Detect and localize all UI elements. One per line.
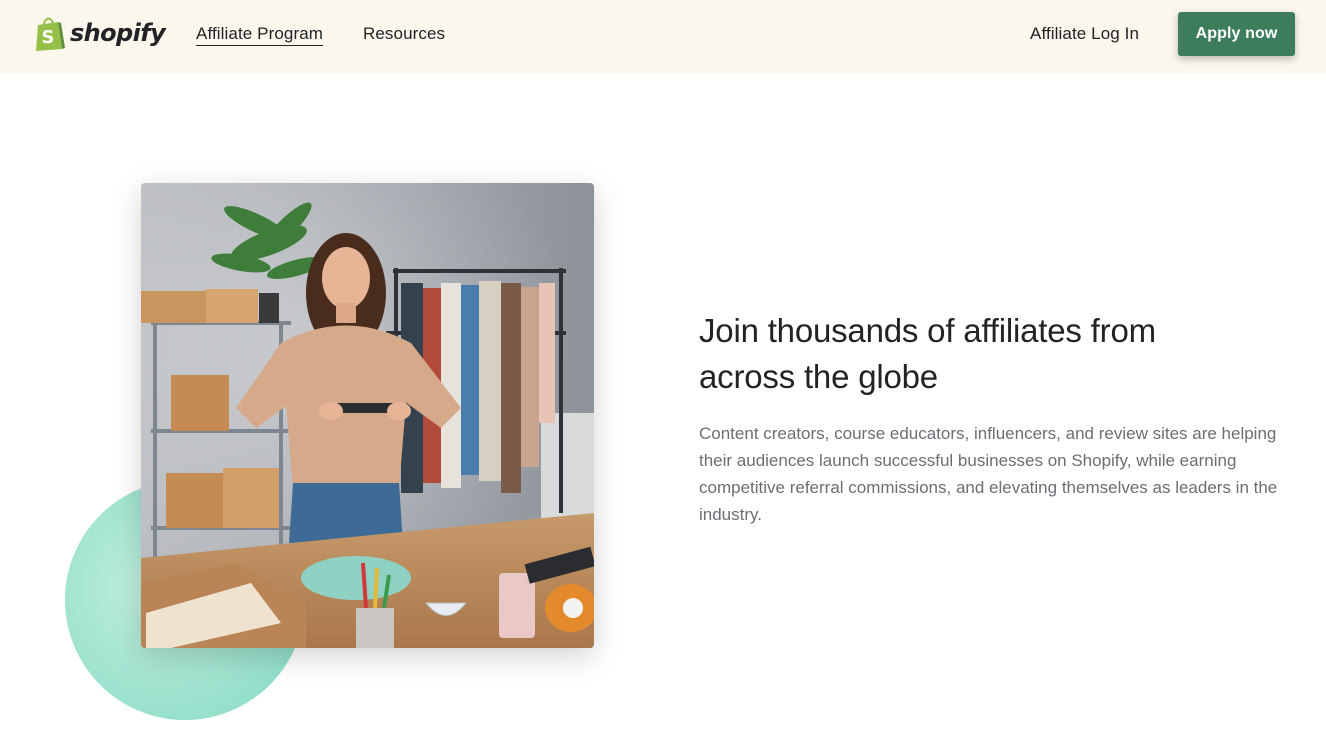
shopping-bag-icon: S	[36, 17, 65, 51]
logo-wordmark: shopify	[70, 19, 166, 47]
svg-text:S: S	[42, 27, 55, 48]
site-header: S shopify Affiliate Program Resources Af…	[0, 0, 1326, 73]
hero-photo-illustration	[141, 183, 594, 648]
hero-description: Content creators, course educators, infl…	[699, 424, 1278, 524]
hero-heading: Join thousands of affiliates from across…	[699, 312, 1156, 395]
nav-resources[interactable]: Resources	[363, 23, 445, 45]
nav-affiliate-program[interactable]: Affiliate Program	[196, 23, 324, 46]
shopify-logo[interactable]: S shopify	[34, 15, 166, 51]
apply-now-button[interactable]: Apply now	[1178, 12, 1295, 56]
hero-image	[141, 183, 594, 648]
affiliate-login-link[interactable]: Affiliate Log In	[1030, 23, 1139, 45]
